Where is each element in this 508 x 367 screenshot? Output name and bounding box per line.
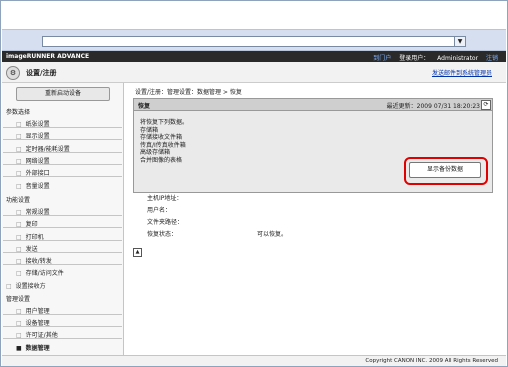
restore-status-label: 恢复状态： xyxy=(147,231,178,238)
divider xyxy=(3,139,122,140)
top-banner: imageRUNNER ADVANCE 到门户 登录用户： Administra… xyxy=(2,51,506,62)
sidebar-item-store[interactable]: 存储/访问文件 xyxy=(16,268,64,277)
page-header: ⚙ 设置/注册 发送邮件到系统管理员 xyxy=(2,62,506,83)
divider xyxy=(3,164,122,165)
restore-panel: 恢复 最近更新：2009 07/31 18:20:23 ⟳ 将恢复下列数据。 存… xyxy=(133,98,493,193)
banner-links: 到门户 登录用户： Administrator 注销 xyxy=(367,53,498,62)
sidebar-item-data-management[interactable]: 数据管理 xyxy=(16,343,50,352)
sidebar-item-destinations[interactable]: 设置接收方 xyxy=(6,281,46,290)
address-bar: ▼ xyxy=(2,29,506,51)
restart-device-button[interactable]: 重新启动设备 xyxy=(16,87,110,101)
info-row: 用户名： xyxy=(147,205,347,214)
last-updated: 最近更新：2009 07/31 18:20:23 xyxy=(386,103,480,110)
logout-link[interactable]: 注销 xyxy=(486,55,498,62)
divider xyxy=(3,176,122,177)
description-line: 合并图像的表格 xyxy=(140,156,183,164)
info-row: 恢复状态： 可以恢复。 xyxy=(147,229,347,238)
restore-status-value: 可以恢复。 xyxy=(257,231,288,238)
divider xyxy=(3,152,122,153)
copyright-text: Copyright CANON INC. 2009 All Rights Res… xyxy=(365,358,498,364)
email-admin-link[interactable]: 发送邮件到系统管理员 xyxy=(432,68,492,77)
divider xyxy=(3,240,122,241)
refresh-icon[interactable]: ⟳ xyxy=(481,100,491,110)
divider xyxy=(3,264,122,265)
footer: Copyright CANON INC. 2009 All Rights Res… xyxy=(2,355,506,366)
scroll-top-icon[interactable]: ▲ xyxy=(133,248,142,257)
portal-link[interactable]: 到门户 xyxy=(373,55,391,62)
highlight-annotation xyxy=(404,157,488,185)
window-top-area xyxy=(1,1,507,29)
description-line: 将恢复下列数据。 xyxy=(140,119,189,126)
restore-description: 将恢复下列数据。 存储箱 存储接收文件箱 传真/I传真收件箱 高级存储箱 合并图… xyxy=(140,119,188,165)
panel-title: 恢复 xyxy=(138,103,151,110)
sidebar: 重新启动设备 参数选择 纸张设置 显示设置 定时器/能耗设置 网络设置 外部接口… xyxy=(2,83,124,355)
divider xyxy=(3,215,122,216)
main-content: 设置/注册：管理设置：数据管理 > 恢复 恢复 最近更新：2009 07/31 … xyxy=(125,83,506,355)
dropdown-arrow-icon[interactable]: ▼ xyxy=(454,36,466,47)
page-title: 设置/注册 xyxy=(26,69,57,77)
brand-logo: imageRUNNER ADVANCE xyxy=(6,53,90,60)
description-line: 存储接收文件箱 xyxy=(140,134,183,142)
sidebar-section-functions: 功能设置 xyxy=(6,197,31,204)
breadcrumb: 设置/注册：管理设置：数据管理 > 恢复 xyxy=(135,89,242,96)
description-line: 高级存储箱 xyxy=(140,149,171,157)
panel-header: 恢复 最近更新：2009 07/31 18:20:23 ⟳ xyxy=(134,99,492,111)
sidebar-section-preferences: 参数选择 xyxy=(6,109,31,116)
login-user-label: 登录用户： xyxy=(399,55,430,62)
info-row: 文件夹路径： xyxy=(147,217,347,226)
divider xyxy=(3,338,122,339)
divider xyxy=(3,314,122,315)
divider xyxy=(3,326,122,327)
username-label: 用户名： xyxy=(147,207,172,214)
browser-window: ▼ imageRUNNER ADVANCE 到门户 登录用户： Administ… xyxy=(0,0,508,367)
sidebar-section-management: 管理设置 xyxy=(6,296,31,303)
address-input[interactable] xyxy=(42,36,456,47)
folder-path-label: 文件夹路径： xyxy=(147,219,184,226)
sidebar-item-volume[interactable]: 音量设置 xyxy=(16,181,50,190)
user-name: Administrator xyxy=(437,55,479,62)
divider xyxy=(3,252,122,253)
settings-gear-icon: ⚙ xyxy=(6,66,20,80)
divider xyxy=(3,227,122,228)
divider xyxy=(3,127,122,128)
info-row: 主机IP地址： xyxy=(147,193,347,202)
host-ip-label: 主机IP地址： xyxy=(147,195,183,202)
